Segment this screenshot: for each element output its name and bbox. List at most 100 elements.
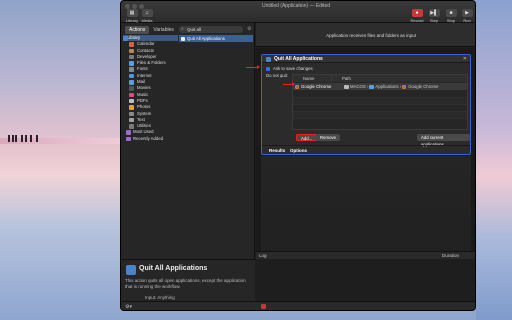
library-button[interactable]: ▦ Library <box>124 9 140 23</box>
action-label: Quit All Applications <box>187 36 225 41</box>
search-value: Quit all <box>187 27 202 32</box>
category-icon <box>129 86 134 91</box>
media-button[interactable]: ♫ Media <box>139 9 155 23</box>
table-row[interactable]: Google Chrome MACOS › Applications › Googl… <box>293 83 467 90</box>
titlebar: Untitled (Application) — Edited ▦ Librar… <box>121 1 475 23</box>
column-header-name[interactable]: Name <box>293 75 331 82</box>
tab-options[interactable]: Options <box>290 148 307 153</box>
card-title: Quit All Applications <box>274 56 323 62</box>
input-value: Anything <box>157 295 175 300</box>
action-icon <box>181 36 185 41</box>
action-card-quit-all: Quit All Applications ✕ Ask to save chan… <box>261 54 471 155</box>
bottom-bar: ⚙▾ <box>121 301 475 310</box>
description-input: Input: Anything <box>125 295 251 300</box>
tab-actions[interactable]: Actions <box>125 26 150 34</box>
category-icon <box>129 80 134 85</box>
action-quit-all-applications[interactable]: Quit All Applications <box>179 35 253 42</box>
category-icon <box>126 136 131 142</box>
close-icon[interactable]: ✕ <box>463 56 467 62</box>
category-icon <box>129 98 134 104</box>
card-footer: Results Options <box>262 145 470 154</box>
library-item-label: Library <box>127 35 141 40</box>
workflow-info-bar: Application receives files and folders a… <box>256 23 475 47</box>
stop-button[interactable]: ■ Stop <box>443 9 459 23</box>
library-item-label: Internet <box>137 72 152 78</box>
ask-to-save-label: Ask to save changes <box>272 66 313 71</box>
library-list: Library Calendar Contacts Developer Files & … <box>123 35 178 185</box>
step-icon: ▶▌ <box>428 9 440 17</box>
category-icon <box>129 67 134 72</box>
category-icon <box>129 42 134 47</box>
column-header-path[interactable]: Path <box>331 75 467 82</box>
description-title: Quit All Applications <box>139 265 208 272</box>
category-icon <box>129 48 134 54</box>
gear-icon[interactable]: ⚙▾ <box>125 304 132 310</box>
workflow-info-text: Application receives files and folders a… <box>326 33 416 38</box>
remove-button[interactable]: Remove <box>316 134 341 141</box>
add-current-applications-button[interactable]: Add current applications <box>417 134 470 147</box>
library-icon: ▦ <box>126 9 138 17</box>
path-app: Google Chrome <box>408 84 439 89</box>
row-name: Google Chrome <box>295 83 331 90</box>
do-not-quit-table: Name Path Google Chrome MACOS › Applicati… <box>292 74 468 130</box>
library-tabs: Actions Variables <box>125 26 178 34</box>
description-text: This action quits all open applications,… <box>125 278 246 289</box>
library-item[interactable]: Recently Added <box>123 136 178 142</box>
log-column[interactable]: Log <box>259 252 267 259</box>
library-item-label: Most Used <box>133 129 154 135</box>
ask-to-save-option[interactable]: Ask to save changes <box>266 66 313 71</box>
path-folder: Applications <box>375 84 399 89</box>
library-item-label: Music <box>137 91 149 97</box>
library-item-label: Developer <box>137 53 157 59</box>
disk-icon <box>344 85 349 89</box>
search-input[interactable]: ⌕ Quit all <box>179 26 243 33</box>
input-label: Input: <box>145 295 157 300</box>
library-item-label: PDFs <box>137 97 148 103</box>
category-icon <box>126 130 131 135</box>
automator-window: Untitled (Application) — Edited ▦ Librar… <box>120 0 476 311</box>
annotation-arrow <box>246 65 260 69</box>
library-item-label: Files & Folders <box>137 60 166 66</box>
library-item-label: Text <box>137 116 145 122</box>
library-item-label: Calendar <box>137 41 155 47</box>
tab-results[interactable]: Results <box>269 148 285 153</box>
empty-rows <box>293 91 467 119</box>
library-item-label: Utilities <box>137 123 151 129</box>
category-icon <box>129 73 134 79</box>
add-button[interactable]: Add... <box>296 134 318 141</box>
gear-icon[interactable]: ⚙ <box>247 26 251 32</box>
desktop-silhouettes <box>6 132 46 142</box>
chrome-icon <box>402 84 407 89</box>
workflow-blurred-area <box>261 156 471 266</box>
library-item-label: Contacts <box>137 47 154 53</box>
log-toggle-icon[interactable] <box>261 304 266 309</box>
tab-variables[interactable]: Variables <box>149 26 177 34</box>
duration-column[interactable]: Duration <box>442 252 459 259</box>
media-icon: ♫ <box>141 9 153 17</box>
stop-icon: ■ <box>445 9 457 17</box>
workflow-pane: Application receives files and folders a… <box>256 23 475 301</box>
do-not-quit-label: Do not quit: <box>266 73 288 78</box>
run-button[interactable]: ▶ Run <box>459 9 475 23</box>
log-header: Log Duration <box>256 252 475 259</box>
library-item-label: Recently Added <box>133 135 164 141</box>
category-icon <box>129 92 134 98</box>
chrome-icon <box>295 84 299 89</box>
library-item-label: System <box>137 110 152 116</box>
category-icon <box>129 117 134 123</box>
library-item-label: Fonts <box>137 66 148 72</box>
category-icon <box>129 105 134 110</box>
folder-icon <box>369 85 375 89</box>
path-disk: MACOS <box>350 84 366 89</box>
category-icon <box>129 111 134 117</box>
category-icon <box>129 124 134 129</box>
library-item-label: Mail <box>137 79 145 85</box>
quit-app-icon <box>266 56 271 62</box>
annotation-arrow <box>283 82 295 86</box>
ask-to-save-checkbox[interactable] <box>266 66 270 71</box>
record-icon: ● <box>411 9 423 17</box>
window-title: Untitled (Application) — Edited <box>261 3 331 9</box>
step-button[interactable]: ▶▌ Step <box>426 9 442 23</box>
record-button[interactable]: ● Record <box>409 9 425 23</box>
run-icon: ▶ <box>461 9 473 17</box>
